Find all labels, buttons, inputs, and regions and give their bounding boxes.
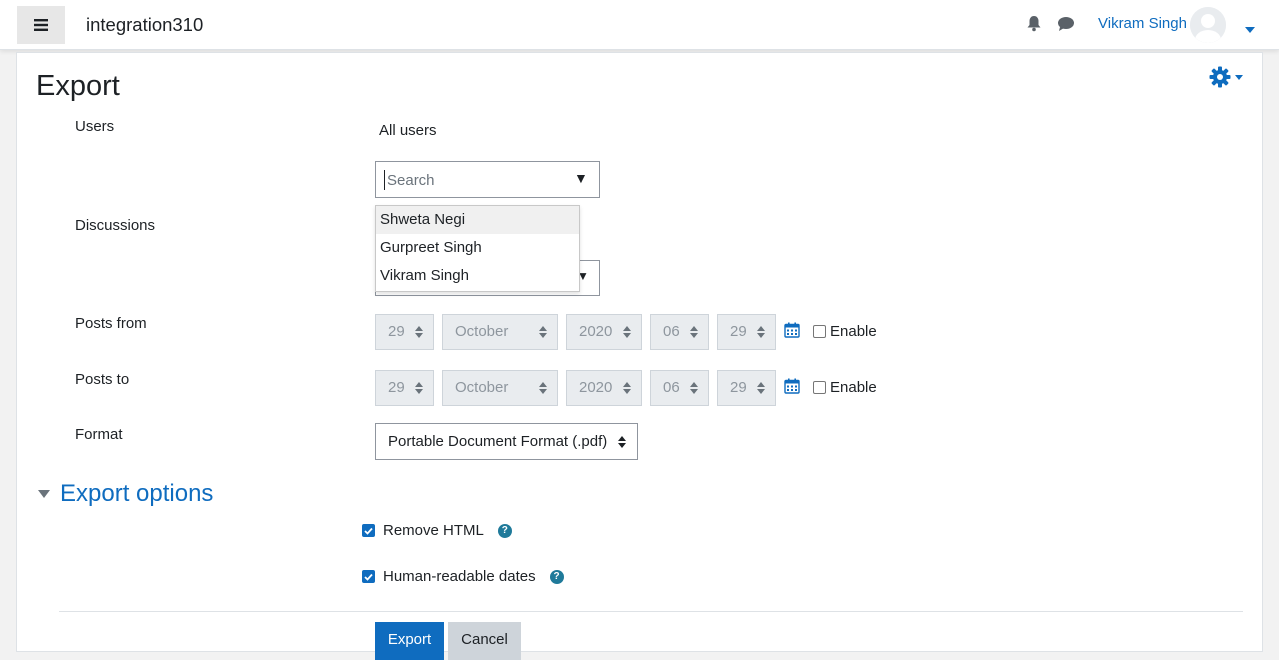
- select-value: 29: [730, 379, 747, 396]
- remove-html-label: Remove HTML: [383, 522, 484, 539]
- format-label: Format: [75, 426, 123, 443]
- select-value: 29: [388, 323, 405, 340]
- select-arrows-icon: [757, 326, 765, 338]
- cancel-button[interactable]: Cancel: [448, 622, 521, 660]
- suggestion-item[interactable]: Gurpreet Singh: [376, 234, 579, 262]
- settings-menu-button[interactable]: [1209, 66, 1243, 88]
- page-card: [16, 52, 1263, 652]
- select-value: 2020: [579, 323, 613, 340]
- checkbox-checked[interactable]: [362, 570, 375, 583]
- select-value: October: [455, 323, 509, 340]
- help-icon[interactable]: ?: [497, 523, 512, 538]
- select-value: 06: [663, 379, 680, 396]
- search-input[interactable]: [384, 170, 564, 190]
- select-arrows-icon: [623, 326, 631, 338]
- check-icon: [364, 527, 373, 535]
- posts-to-month-select[interactable]: October: [442, 370, 558, 406]
- posts-from-hour-select[interactable]: 06: [650, 314, 709, 350]
- users-search-box[interactable]: ▼: [375, 161, 600, 198]
- select-arrows-icon: [690, 382, 698, 394]
- check-icon: [364, 573, 373, 581]
- posts-from-label: Posts from: [75, 315, 147, 332]
- posts-from-year-select[interactable]: 2020: [566, 314, 642, 350]
- export-options-toggle[interactable]: Export options: [38, 480, 213, 508]
- users-label: Users: [75, 118, 115, 135]
- suggestion-item[interactable]: Vikram Singh: [376, 262, 579, 290]
- suggestion-item[interactable]: Shweta Negi: [376, 206, 579, 234]
- select-value: 2020: [579, 379, 613, 396]
- select-arrows-icon: [539, 382, 547, 394]
- avatar[interactable]: [1190, 7, 1226, 43]
- posts-to-minute-select[interactable]: 29: [717, 370, 776, 406]
- chevron-down-icon[interactable]: [1245, 20, 1255, 38]
- select-value: 06: [663, 323, 680, 340]
- chat-icon[interactable]: [1057, 16, 1075, 37]
- select-arrows-icon: [623, 382, 631, 394]
- posts-from-day-select[interactable]: 29: [375, 314, 434, 350]
- human-dates-option[interactable]: Human-readable dates ?: [362, 568, 564, 585]
- bell-icon[interactable]: [1026, 15, 1042, 37]
- select-value: 29: [388, 379, 405, 396]
- posts-to-label: Posts to: [75, 371, 130, 388]
- posts-to-year-select[interactable]: 2020: [566, 370, 642, 406]
- select-arrows-icon: [415, 326, 423, 338]
- export-button[interactable]: Export: [375, 622, 444, 660]
- users-static-value: All users: [379, 122, 437, 139]
- posts-to-hour-select[interactable]: 06: [650, 370, 709, 406]
- select-value: Portable Document Format (.pdf): [388, 433, 608, 450]
- section-title: Export options: [60, 480, 214, 507]
- enable-label: Enable: [830, 379, 877, 396]
- hamburger-icon: [34, 19, 48, 31]
- calendar-icon[interactable]: [784, 322, 800, 343]
- select-arrows-icon: [690, 326, 698, 338]
- user-name-link[interactable]: Vikram Singh: [1098, 15, 1187, 32]
- dropdown-arrow-icon[interactable]: ▼: [574, 170, 588, 186]
- human-dates-label: Human-readable dates: [383, 568, 536, 585]
- navbar: integration310 Vikram Singh: [0, 0, 1279, 50]
- help-icon[interactable]: ?: [549, 569, 564, 584]
- chevron-down-icon: [1235, 74, 1243, 80]
- posts-from-month-select[interactable]: October: [442, 314, 558, 350]
- caret-down-icon: [38, 490, 50, 498]
- calendar-icon[interactable]: [784, 378, 800, 399]
- remove-html-option[interactable]: Remove HTML ?: [362, 522, 512, 539]
- select-arrows-icon: [618, 436, 626, 448]
- menu-toggle-button[interactable]: [17, 6, 65, 44]
- select-arrows-icon: [757, 382, 765, 394]
- checkbox[interactable]: [813, 381, 826, 394]
- discussions-label: Discussions: [75, 217, 156, 234]
- site-name-link[interactable]: integration310: [86, 14, 203, 36]
- checkbox-checked[interactable]: [362, 524, 375, 537]
- select-arrows-icon: [415, 382, 423, 394]
- select-value: October: [455, 379, 509, 396]
- posts-from-enable-checkbox[interactable]: Enable: [813, 323, 877, 340]
- divider: [59, 611, 1243, 612]
- format-select[interactable]: Portable Document Format (.pdf): [375, 423, 638, 460]
- gear-icon: [1209, 66, 1231, 88]
- checkbox[interactable]: [813, 325, 826, 338]
- posts-to-day-select[interactable]: 29: [375, 370, 434, 406]
- select-arrows-icon: [539, 326, 547, 338]
- enable-label: Enable: [830, 323, 877, 340]
- users-suggestions-list: Shweta Negi Gurpreet Singh Vikram Singh: [375, 205, 580, 292]
- posts-from-minute-select[interactable]: 29: [717, 314, 776, 350]
- posts-to-enable-checkbox[interactable]: Enable: [813, 379, 877, 396]
- select-value: 29: [730, 323, 747, 340]
- page-title: Export: [36, 70, 120, 102]
